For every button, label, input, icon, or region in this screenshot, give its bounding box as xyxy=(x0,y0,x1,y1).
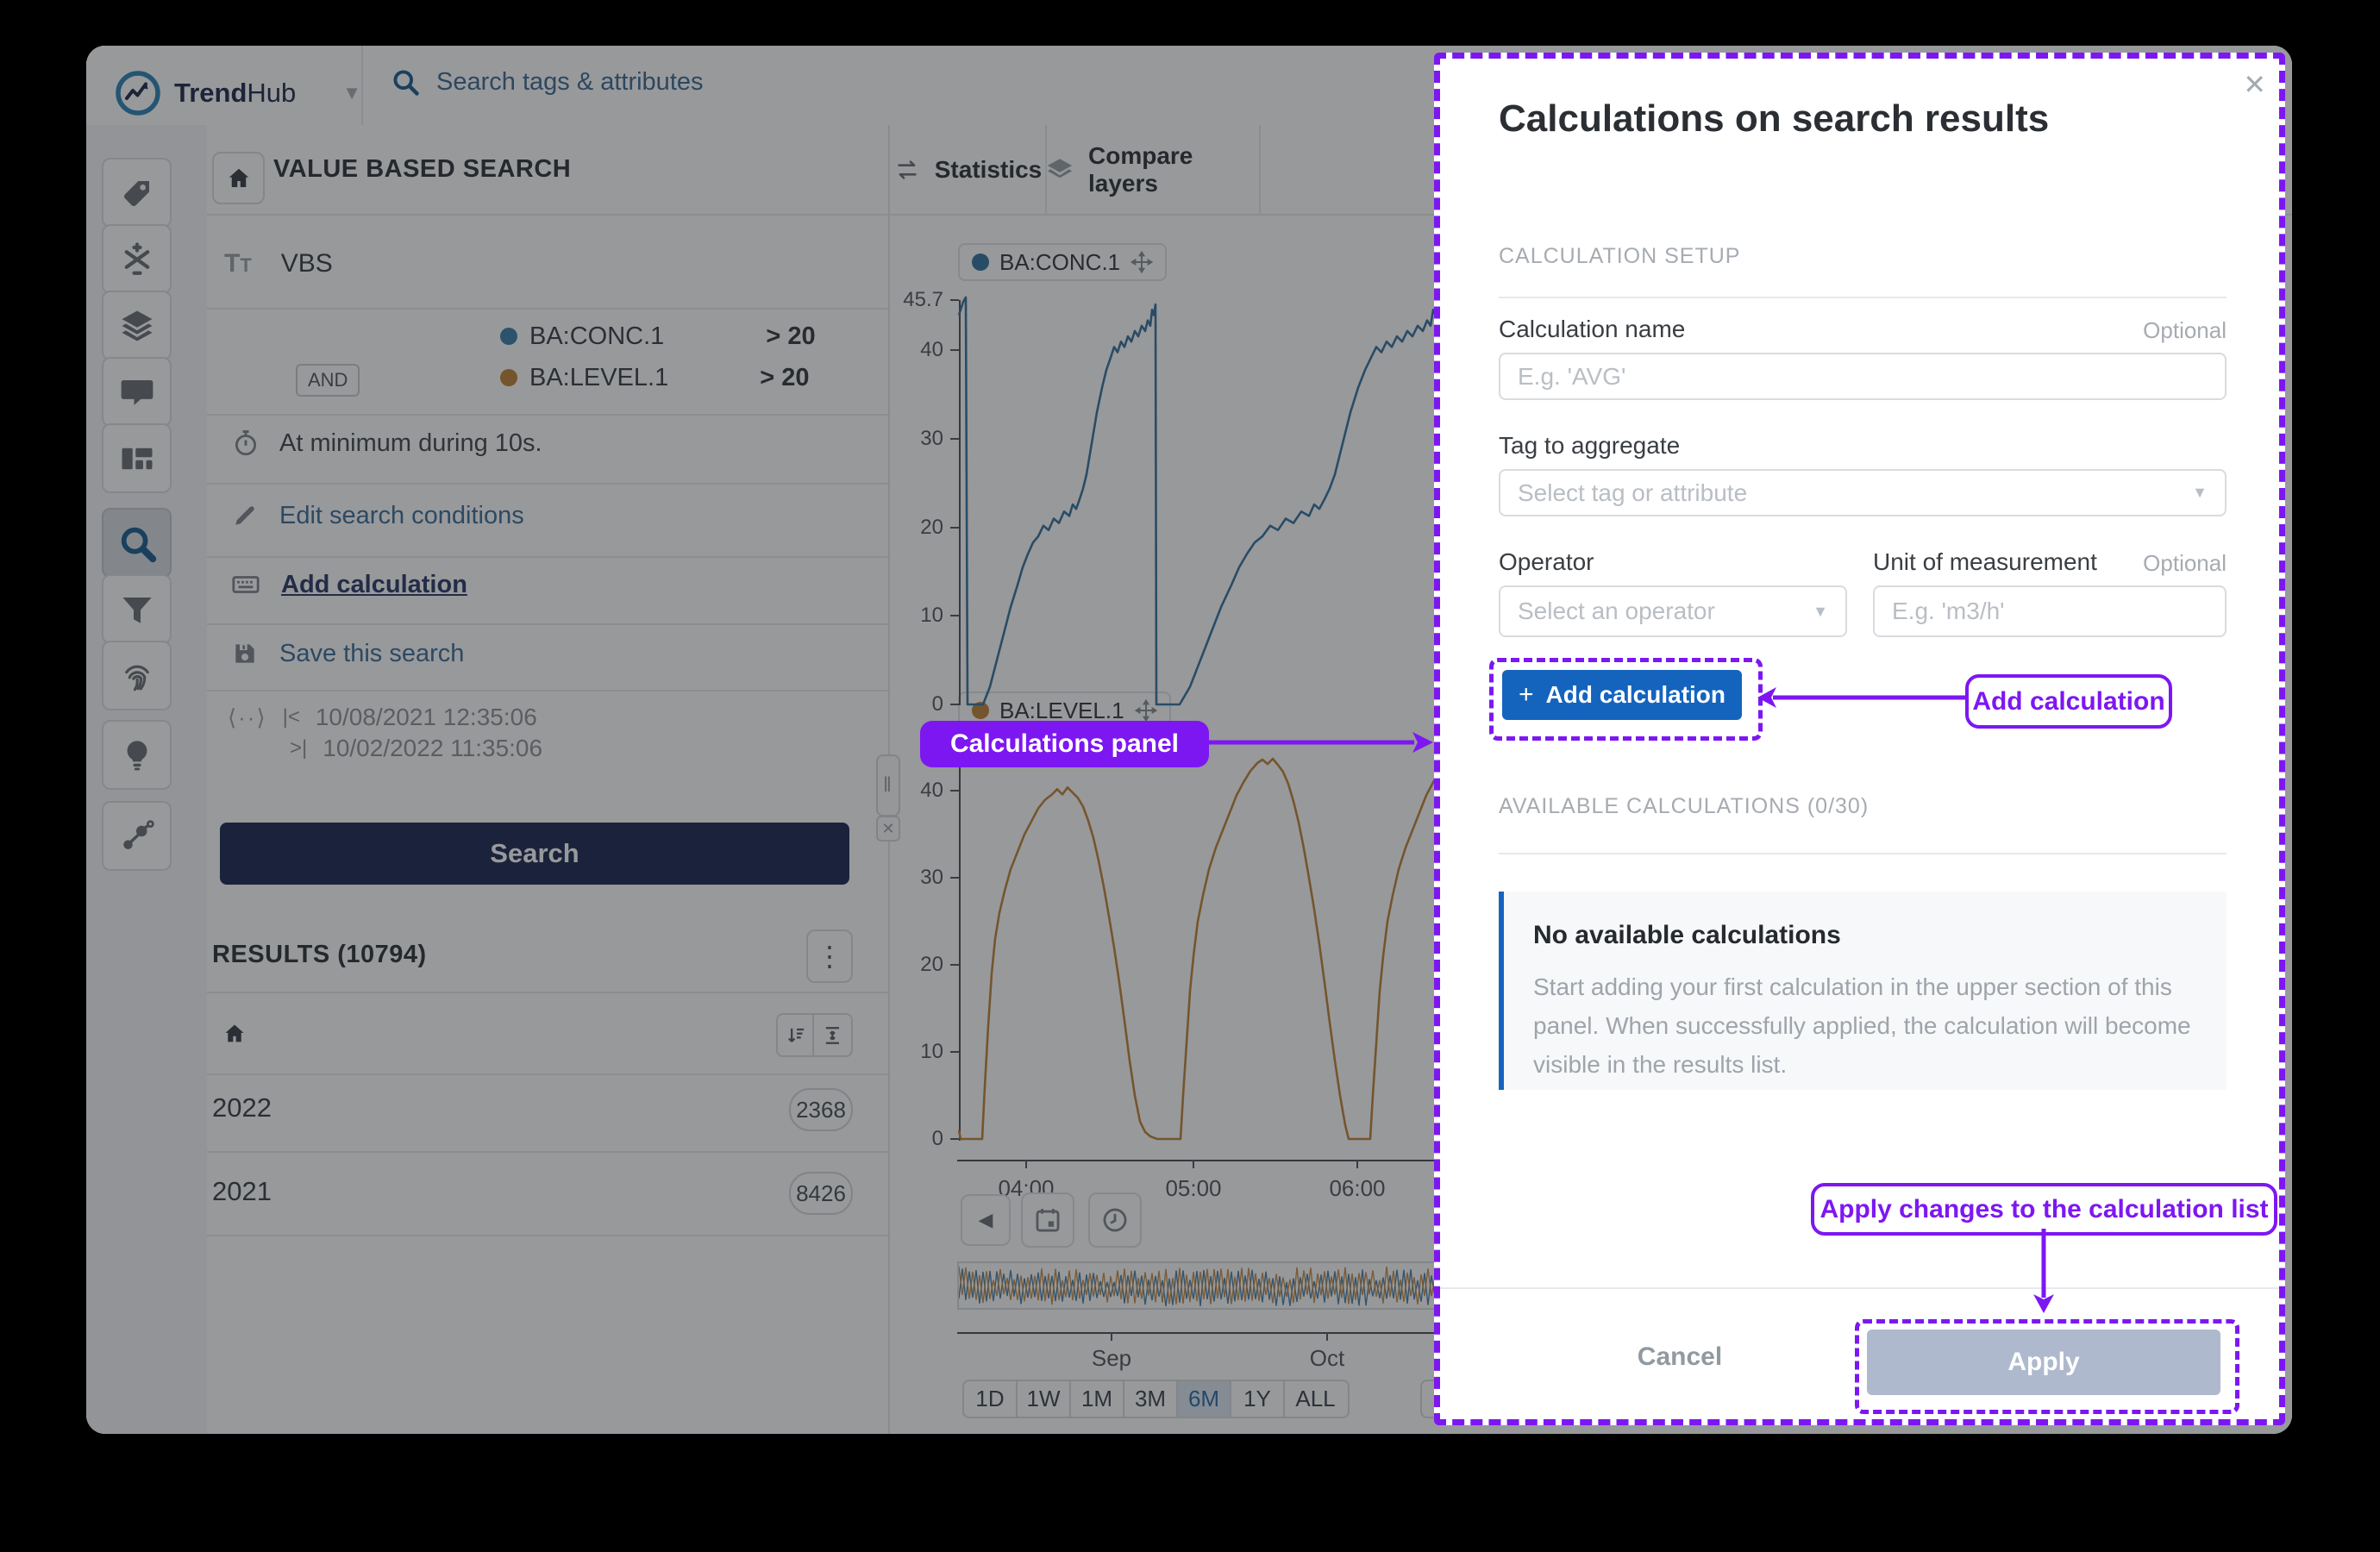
field-label-operator: Operator xyxy=(1499,548,1594,576)
apply-button-label: Apply xyxy=(2007,1348,2079,1377)
calculations-modal: ✕ Calculations on search results CALCULA… xyxy=(1434,53,2285,1425)
annotation-add-calculation: Add calculation xyxy=(1965,674,2172,729)
field-label-unit: Unit of measurement xyxy=(1873,548,2097,576)
add-calculation-button-label: Add calculation xyxy=(1546,681,1726,709)
tag-select-placeholder: Select tag or attribute xyxy=(1518,479,1747,507)
section-label-setup: CALCULATION SETUP xyxy=(1499,244,1740,269)
apply-button[interactable]: Apply xyxy=(1867,1330,2220,1395)
empty-state-card: No available calculations Start adding y… xyxy=(1499,892,2227,1090)
close-icon[interactable]: ✕ xyxy=(2243,68,2266,101)
add-calculation-button[interactable]: + Add calculation xyxy=(1502,670,1742,720)
footer-divider xyxy=(1434,1287,2285,1289)
optional-hint: Optional xyxy=(2143,317,2227,344)
operator-select[interactable]: Select an operator ▼ xyxy=(1499,585,1847,637)
chevron-down-icon: ▼ xyxy=(2192,484,2208,502)
app-window: TrendHub ▼ VALUE BASED SEARCH TT xyxy=(86,46,2292,1434)
annotation-arrow-left xyxy=(1756,683,1965,712)
divider xyxy=(1499,297,2227,298)
modal-title: Calculations on search results xyxy=(1499,97,2049,141)
unit-input[interactable] xyxy=(1873,585,2227,637)
operator-select-placeholder: Select an operator xyxy=(1518,598,1715,625)
field-label-name: Calculation name xyxy=(1499,316,1685,343)
annotation-arrow-right xyxy=(1206,727,1437,758)
chevron-down-icon: ▼ xyxy=(1813,603,1828,621)
annotation-calculations-panel: Calculations panel xyxy=(920,721,1209,767)
calculation-name-input[interactable] xyxy=(1499,353,2227,400)
empty-state-title: No available calculations xyxy=(1533,921,1841,950)
field-label-tag: Tag to aggregate xyxy=(1499,432,1680,460)
empty-state-body: Start adding your first calculation in t… xyxy=(1533,967,2193,1084)
divider xyxy=(1499,853,2227,854)
section-label-available: AVAILABLE CALCULATIONS (0/30) xyxy=(1499,794,1869,819)
tag-select[interactable]: Select tag or attribute ▼ xyxy=(1499,469,2227,516)
plus-icon: + xyxy=(1519,680,1534,710)
annotation-apply-changes: Apply changes to the calculation list xyxy=(1811,1183,2277,1236)
optional-hint: Optional xyxy=(2143,550,2227,577)
cancel-button[interactable]: Cancel xyxy=(1611,1342,1749,1372)
annotation-arrow-down xyxy=(2029,1229,2058,1315)
